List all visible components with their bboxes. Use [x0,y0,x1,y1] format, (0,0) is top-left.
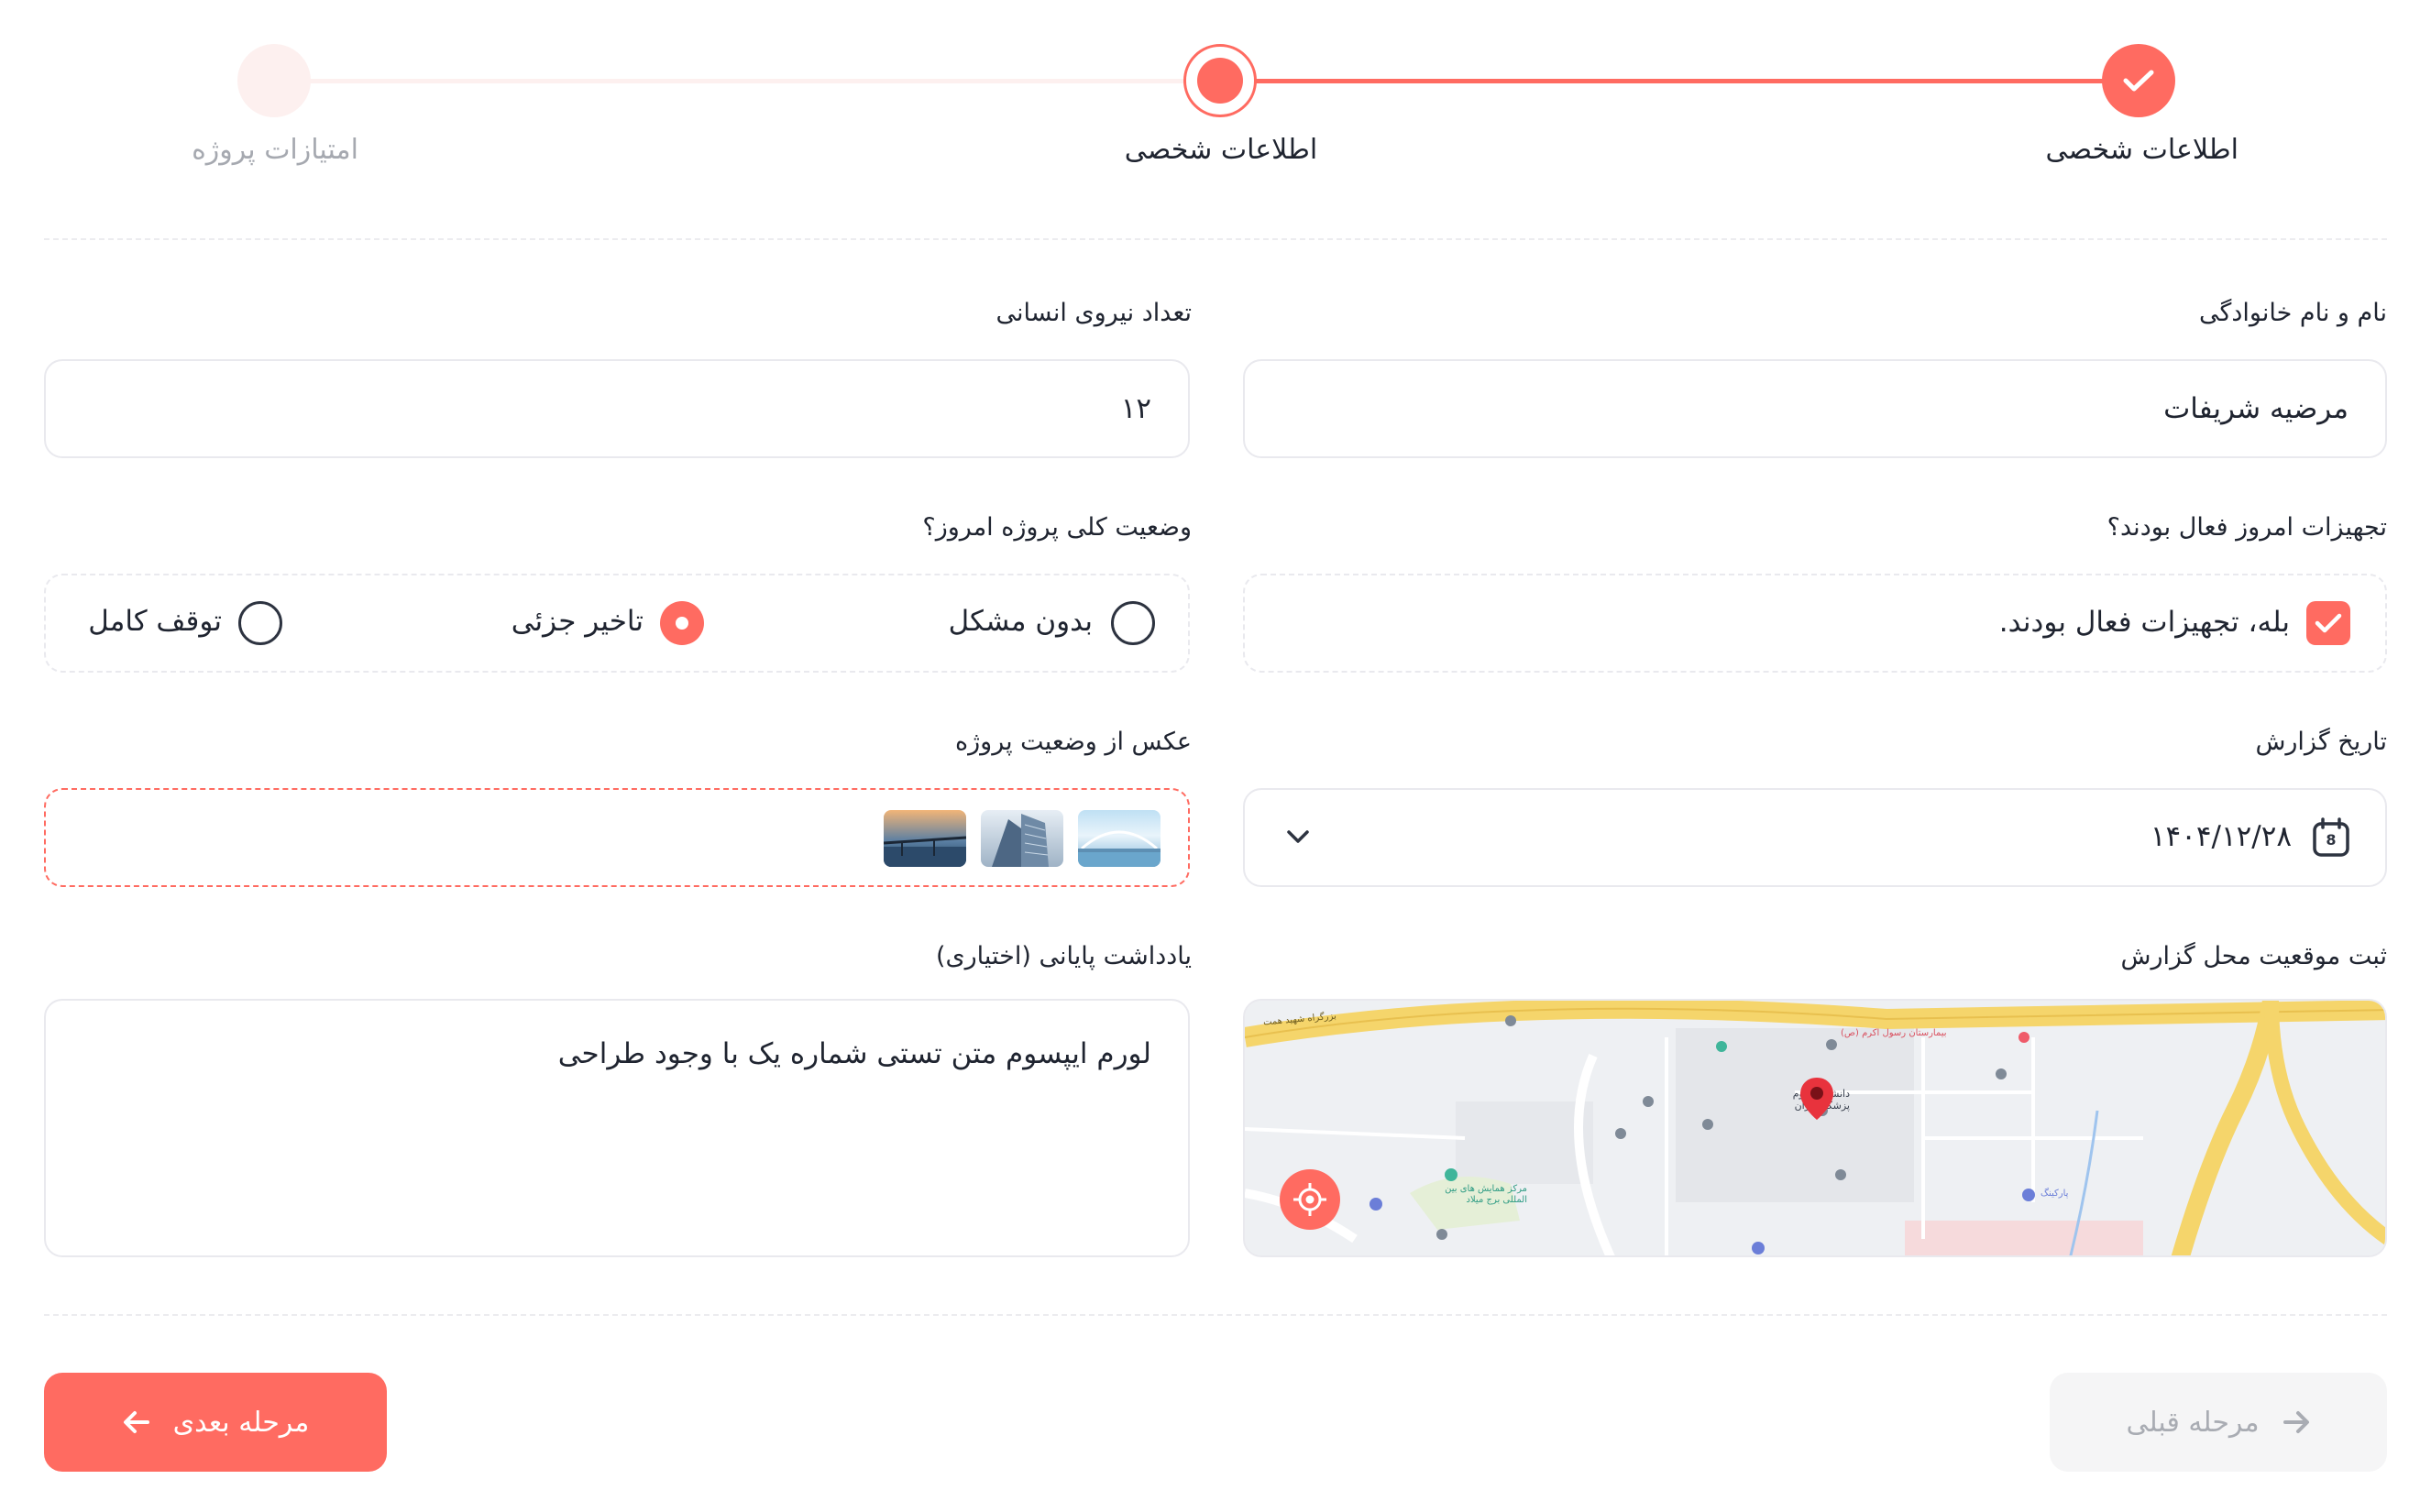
photo-thumb-bridge-arch[interactable] [1078,810,1160,867]
check-icon [2123,70,2154,92]
photos-label: عکس از وضعیت پروژه [954,728,1192,756]
step-2-dot[interactable] [1183,44,1257,117]
status-radio-no-problem[interactable] [1111,601,1155,645]
workforce-value: ۱۲ [1120,392,1151,425]
stepper-line-pending [275,79,1219,83]
step-2-label: اطلاعات شخصی [1124,134,1318,166]
workforce-label: تعداد نیروی انسانی [996,299,1192,327]
bottom-divider [44,1314,2387,1316]
notes-textarea[interactable]: لورم ایپسوم متن تستی شماره یک با وجود طر… [44,999,1190,1257]
crosshair-icon [1293,1183,1326,1216]
previous-step-label: مرحله قبلی [2126,1406,2260,1439]
equipment-option-label: بله، تجهیزات فعال بودند. [1998,606,2290,639]
status-radio-minor-delay[interactable] [660,601,704,645]
locate-me-button[interactable] [1280,1169,1340,1230]
arrow-left-icon [123,1411,149,1433]
location-label: ثبت موقعیت محل گزارش [2120,942,2387,970]
status-radio-full-stop[interactable] [238,601,282,645]
chevron-down-icon[interactable] [1285,827,1311,847]
full-name-value: مرضیه شریفات [2163,392,2348,425]
full-name-input[interactable]: مرضیه شریفات [1243,359,2387,458]
map-tower-label: مرکز همایش های بین المللی برج میلاد [1445,1184,1527,1205]
notes-value: لورم ایپسوم متن تستی شماره یک با وجود طر… [557,1037,1151,1070]
step-1-label: اطلاعات شخصی [2045,134,2238,166]
full-name-label: نام و نام خانوادگی [2199,299,2387,327]
status-option-full-stop: توقف کامل [88,605,222,638]
project-status-field: بدون مشکل تاخیر جزئی توقف کامل [44,574,1190,673]
next-step-button[interactable]: مرحله بعدی [44,1373,387,1472]
next-step-label: مرحله بعدی [172,1406,310,1439]
report-date-label: تاریخ گزارش [2255,728,2387,756]
calendar-day: 8 [2326,831,2337,849]
report-date-picker[interactable]: 8 ۱۴۰۴/۱۲/۲۸ [1243,788,2387,887]
calendar-icon: 8 [2312,817,2350,858]
map-hospital-label: بیمارستان رسول اکرم (ص) [1841,1028,1947,1038]
top-divider [44,238,2387,240]
photo-thumb-building[interactable] [981,810,1063,867]
stepper-line-complete [1219,79,2139,83]
workforce-input[interactable]: ۱۲ [44,359,1190,458]
status-option-minor-delay: تاخیر جزئی [511,605,644,638]
photo-thumb-bridge-sunset[interactable] [884,810,966,867]
photo-upload-zone[interactable] [44,788,1190,887]
check-icon [2315,613,2342,633]
arrow-right-icon [2282,1411,2309,1433]
location-pin-icon [1800,1078,1833,1120]
report-date-value: ۱۴۰۴/۱۲/۲۸ [2150,820,2292,853]
equipment-label: تجهیزات امروز فعال بودند؟ [2106,513,2387,542]
map-parking-label: پارکینگ [2040,1189,2069,1199]
notes-label: یادداشت پایانی (اختیاری) [935,942,1192,970]
step-1-dot[interactable] [2102,44,2175,117]
step-3-label: امتیازات پروژه [192,134,358,166]
equipment-checkbox[interactable] [2306,601,2350,645]
location-map[interactable]: بیمارستان رسول اکرم (ص) دانشگاه علوم پزش… [1243,999,2387,1257]
step-3-dot[interactable] [237,44,311,117]
status-option-no-problem: بدون مشکل [948,605,1093,638]
equipment-field: بله، تجهیزات فعال بودند. [1243,574,2387,673]
previous-step-button[interactable]: مرحله قبلی [2050,1373,2387,1472]
project-status-label: وضعیت کلی پروژه امروز؟ [922,513,1192,542]
